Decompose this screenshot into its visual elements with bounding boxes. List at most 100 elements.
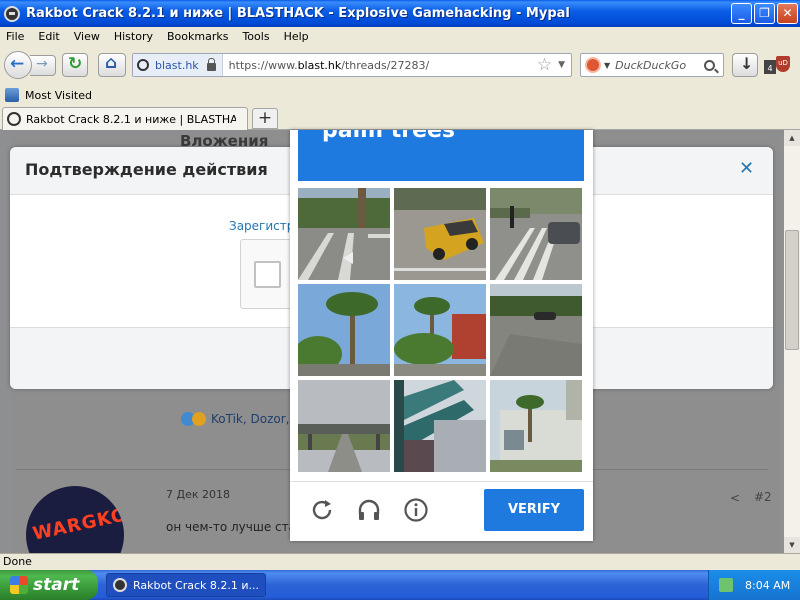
headphones-icon[interactable] bbox=[356, 497, 382, 523]
url-domain: blast.hk bbox=[297, 58, 342, 72]
captcha-tile-3[interactable] bbox=[490, 188, 582, 280]
crosswalk-car-image bbox=[490, 188, 582, 280]
tab-favicon-icon bbox=[7, 112, 21, 126]
maximize-button[interactable]: ❐ bbox=[754, 3, 775, 24]
search-icon[interactable] bbox=[704, 59, 715, 71]
search-engine-dropdown-icon[interactable]: ▼ bbox=[604, 61, 610, 70]
site-identity-label: blast.hk bbox=[155, 58, 199, 72]
most-visited-icon bbox=[5, 88, 19, 102]
menu-bar: File Edit View History Bookmarks Tools H… bbox=[0, 27, 800, 46]
avatar-text: WARGKO bbox=[30, 504, 124, 545]
menu-view[interactable]: View bbox=[67, 30, 107, 43]
taskbar-item-browser[interactable]: Rakbot Crack 8.2.1 и... bbox=[106, 573, 266, 597]
dialog-title: Подтверждение действия bbox=[25, 160, 268, 179]
site-identity-button[interactable]: blast.hk bbox=[133, 54, 223, 76]
bookmark-most-visited[interactable]: Most Visited bbox=[25, 89, 92, 102]
share-icon[interactable]: < bbox=[730, 491, 740, 505]
navigation-toolbar: blast.hk https://www.blast.hk/threads/27… bbox=[0, 46, 800, 84]
verify-button[interactable]: VERIFY bbox=[484, 489, 584, 531]
tab-strip: Rakbot Crack 8.2.1 и ниже | BLASTHACK - … bbox=[0, 106, 800, 130]
start-button[interactable]: start bbox=[0, 570, 98, 600]
site-favicon-icon bbox=[137, 59, 149, 71]
post-text: он чем-то лучше стар bbox=[166, 520, 304, 534]
reload-button[interactable] bbox=[62, 53, 88, 77]
captcha-checkbox[interactable] bbox=[254, 261, 281, 288]
taxi-van-image bbox=[394, 188, 486, 280]
addon-badge: 4 bbox=[764, 60, 776, 74]
back-button[interactable] bbox=[4, 51, 32, 79]
duckduckgo-icon[interactable] bbox=[585, 57, 601, 73]
captcha-tile-8[interactable] bbox=[394, 380, 486, 472]
captcha-prompt: palm trees bbox=[322, 130, 456, 143]
taskbar-item-label: Rakbot Crack 8.2.1 и... bbox=[133, 578, 260, 592]
scroll-down-icon[interactable]: ▼ bbox=[784, 537, 800, 553]
palm-trees-buildings-image bbox=[394, 284, 486, 376]
url-bar[interactable]: blast.hk https://www.blast.hk/threads/27… bbox=[132, 53, 572, 77]
reactions-bar[interactable]: KoTik, Dozor, p bbox=[181, 412, 301, 426]
downloads-button[interactable] bbox=[732, 53, 758, 77]
browser-icon bbox=[113, 578, 127, 592]
forward-button[interactable] bbox=[30, 55, 56, 76]
addon-icon[interactable]: 4 uD bbox=[764, 56, 792, 76]
captcha-tile-6[interactable] bbox=[490, 284, 582, 376]
minimize-button[interactable]: _ bbox=[731, 3, 752, 24]
bookmarks-toolbar: Most Visited bbox=[0, 84, 800, 106]
captcha-image-grid bbox=[298, 188, 584, 474]
url-dropdown-icon[interactable]: ▼ bbox=[558, 60, 565, 70]
captcha-banner: palm trees bbox=[298, 130, 584, 181]
captcha-tile-5[interactable] bbox=[394, 284, 486, 376]
menu-bookmarks[interactable]: Bookmarks bbox=[160, 30, 235, 43]
windows-flag-icon bbox=[10, 576, 28, 594]
scroll-up-icon[interactable]: ▲ bbox=[784, 130, 800, 146]
palm-trees-street-image bbox=[298, 284, 390, 376]
menu-edit[interactable]: Edit bbox=[31, 30, 66, 43]
car-road-image bbox=[490, 284, 582, 376]
close-icon[interactable]: ✕ bbox=[739, 158, 754, 179]
highway-overpass-image bbox=[298, 380, 390, 472]
tab-label: Rakbot Crack 8.2.1 и ниже | BLASTHACK - … bbox=[26, 112, 236, 126]
bookmark-star-icon[interactable]: ☆ bbox=[537, 55, 552, 75]
post-number[interactable]: #2 bbox=[754, 490, 772, 504]
lock-icon bbox=[206, 58, 216, 71]
reload-icon[interactable] bbox=[309, 497, 335, 523]
post-date[interactable]: 7 Дек 2018 bbox=[166, 488, 230, 501]
menu-history[interactable]: History bbox=[107, 30, 160, 43]
captcha-tile-2[interactable] bbox=[394, 188, 486, 280]
url-prefix: https://www. bbox=[228, 58, 298, 72]
page-scrollbar[interactable]: ▲ ▼ bbox=[784, 130, 800, 553]
start-label: start bbox=[33, 575, 80, 595]
browser-icon bbox=[4, 5, 20, 22]
captcha-divider bbox=[290, 481, 593, 482]
search-bar[interactable]: ▼ DuckDuckGo bbox=[580, 53, 724, 77]
reactions-users[interactable]: KoTik, Dozor, p bbox=[211, 412, 301, 426]
home-button[interactable] bbox=[98, 53, 126, 77]
menu-tools[interactable]: Tools bbox=[235, 30, 276, 43]
captcha-tile-9[interactable] bbox=[490, 380, 582, 472]
building-palm-trees-image bbox=[490, 380, 582, 472]
search-input[interactable]: DuckDuckGo bbox=[615, 59, 704, 72]
new-tab-button[interactable]: + bbox=[252, 108, 278, 129]
info-icon[interactable] bbox=[403, 497, 429, 523]
captcha-tile-7[interactable] bbox=[298, 380, 390, 472]
menu-help[interactable]: Help bbox=[277, 30, 316, 43]
clock[interactable]: 8:04 AM bbox=[745, 579, 790, 592]
outdoor-staircase-image bbox=[394, 380, 486, 472]
network-icon[interactable] bbox=[719, 578, 733, 592]
captcha-challenge: palm trees VERIFY bbox=[290, 130, 593, 541]
system-tray: 8:04 AM bbox=[708, 570, 800, 600]
ublock-icon[interactable]: uD bbox=[776, 56, 790, 72]
url-path: /threads/27283/ bbox=[341, 58, 430, 72]
captcha-tile-1[interactable] bbox=[298, 188, 390, 280]
scroll-thumb[interactable] bbox=[785, 230, 799, 350]
tab-active[interactable]: Rakbot Crack 8.2.1 и ниже | BLASTHACK - … bbox=[2, 107, 248, 130]
menu-file[interactable]: File bbox=[0, 30, 31, 43]
captcha-tile-4[interactable] bbox=[298, 284, 390, 376]
taskbar: start Rakbot Crack 8.2.1 и... 8:04 AM bbox=[0, 570, 800, 600]
window-title: Rakbot Crack 8.2.1 и ниже | BLASTHACK - … bbox=[26, 6, 570, 21]
street-crosswalk-image bbox=[298, 188, 390, 280]
status-bar: Done bbox=[0, 553, 800, 570]
status-text: Done bbox=[3, 555, 32, 568]
url-text[interactable]: https://www.blast.hk/threads/27283/ bbox=[223, 59, 537, 72]
window-titlebar[interactable]: Rakbot Crack 8.2.1 и ниже | BLASTHACK - … bbox=[0, 0, 800, 27]
close-window-button[interactable]: ✕ bbox=[777, 3, 798, 24]
